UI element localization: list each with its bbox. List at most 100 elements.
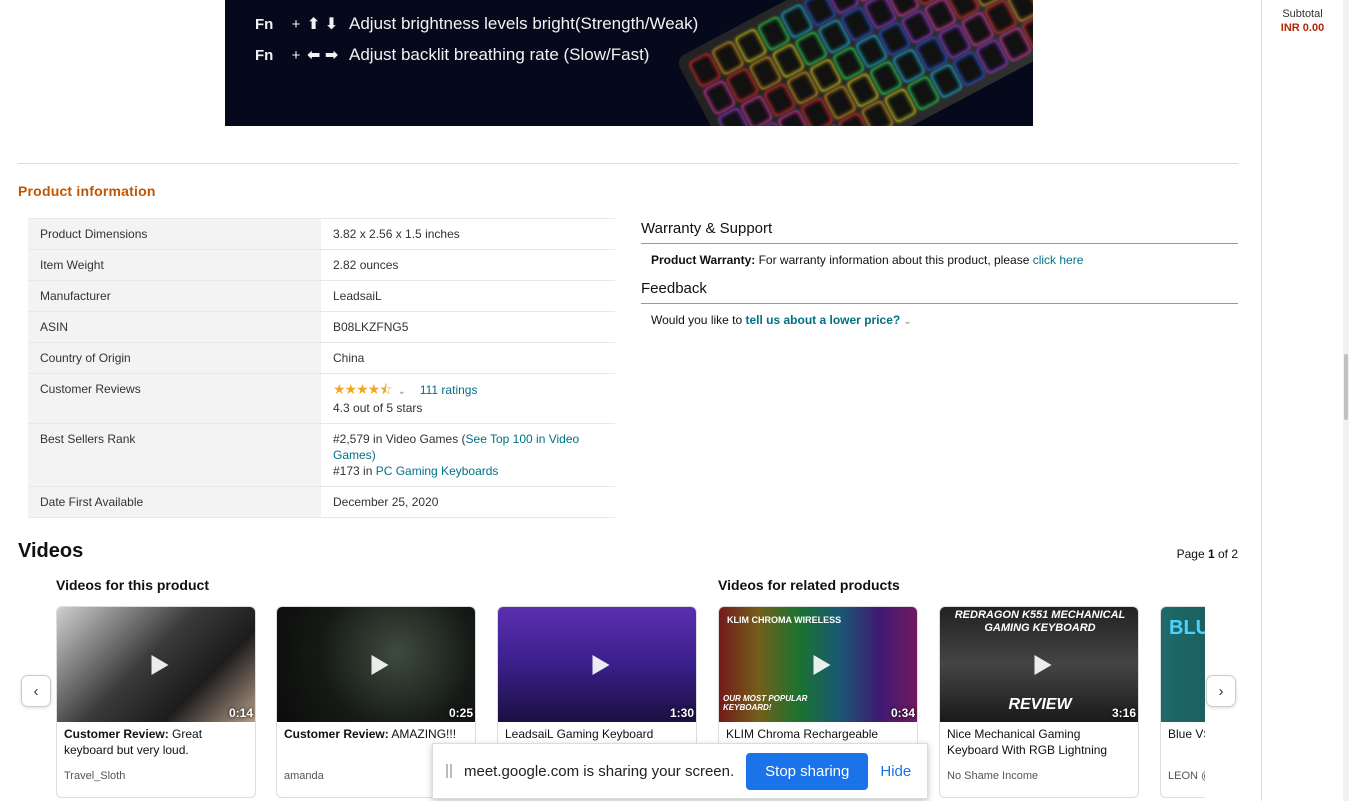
chevron-right-icon: › [1218, 682, 1224, 700]
video-author: LEON @ [1168, 770, 1205, 782]
row-value: #2,579 in Video Games (See Top 100 in Vi… [321, 423, 615, 487]
product-details-table: Product Dimensions 3.82 x 2.56 x 1.5 inch… [28, 218, 615, 518]
row-label: Best Sellers Rank [28, 423, 321, 487]
videos-heading: Videos [18, 540, 84, 562]
product-info-heading: Product information [18, 183, 156, 199]
thumbnail-caption: REVIEW [1008, 696, 1072, 713]
row-label: Date First Available [28, 486, 321, 518]
row-value: ★★★★⯪ ⌄ 111 ratings 4.3 out of 5 stars [321, 373, 615, 424]
table-row: Product Dimensions 3.82 x 2.56 x 1.5 inch… [28, 218, 615, 250]
lower-price-link[interactable]: tell us about a lower price? [746, 313, 901, 327]
carousel-next-button[interactable]: › [1206, 675, 1236, 707]
play-icon[interactable] [592, 654, 610, 675]
video-thumbnail[interactable]: REDRAGON K551 MECHANICAL GAMING KEYBOARD… [940, 607, 1138, 722]
row-label: Manufacturer [28, 280, 321, 312]
table-row: Customer Reviews ★★★★⯪ ⌄ 111 ratings 4.3 o… [28, 373, 615, 424]
cart-subtotal-panel: Subtotal INR 0.00 [1261, 0, 1343, 801]
screen-share-bar: meet.google.com is sharing your screen. … [432, 743, 928, 799]
hide-button[interactable]: Hide [880, 763, 911, 780]
left-right-arrow-icon: ⬅ ➡ [307, 47, 339, 64]
video-thumbnail[interactable]: 1:30 [498, 607, 696, 722]
stop-sharing-button[interactable]: Stop sharing [746, 752, 869, 790]
fn-key-label: Fn [255, 15, 274, 33]
video-duration: 0:25 [448, 706, 473, 720]
row-label: Item Weight [28, 249, 321, 281]
video-thumbnail[interactable]: KLIM CHROMA WIRELESS OUR MOST POPULAR KE… [719, 607, 917, 722]
thumbnail-caption: OUR MOST POPULAR KEYBOARD! [723, 694, 808, 712]
feedback-heading: Feedback [641, 280, 1238, 304]
scrollbar-thumb[interactable] [1344, 354, 1348, 420]
page-indicator: Page 1 of 2 [1176, 547, 1238, 561]
rating-summary: 4.3 out of 5 stars [333, 401, 423, 415]
thumbnail-caption: BLU [1169, 617, 1205, 639]
video-duration: 3:16 [1111, 706, 1136, 720]
subtotal-label: Subtotal [1282, 8, 1323, 20]
videos-related-heading: Videos for related products [718, 577, 900, 593]
divider [18, 163, 1238, 164]
row-value: LeadsaiL [321, 280, 615, 312]
chevron-down-icon[interactable]: ⌄ [397, 386, 405, 397]
banner-row-breathing: Fn + ⬅ ➡ Adjust backlit breathing rate (… [255, 45, 650, 64]
video-duration: 0:14 [228, 706, 253, 720]
table-row: Country of Origin China [28, 342, 615, 374]
chevron-left-icon: ‹ [33, 682, 39, 700]
banner-row-brightness: Fn + ⬆ ⬇ Adjust brightness levels bright… [255, 14, 699, 33]
page-scrollbar[interactable] [1343, 0, 1349, 801]
video-duration: 1:30 [669, 706, 694, 720]
drag-handle-icon[interactable] [446, 764, 452, 778]
video-author: No Shame Income [947, 770, 1039, 782]
row-value: B08LKZFNG5 [321, 311, 615, 343]
row-value: China [321, 342, 615, 374]
subtotal-value: INR 0.00 [1280, 22, 1325, 34]
thumbnail-caption: KLIM CHROMA WIRELESS [727, 615, 842, 625]
feedback-text: Would you like to tell us about a lower … [651, 313, 912, 327]
video-card[interactable]: BLU Blue VS Keyboa LEON @ [1160, 606, 1205, 798]
video-title[interactable]: Nice Mechanical Gaming Keyboard With RGB… [940, 722, 1138, 762]
carousel-prev-button[interactable]: ‹ [21, 675, 51, 707]
video-thumbnail[interactable]: 0:25 [277, 607, 475, 722]
row-label: Product Dimensions [28, 218, 321, 250]
table-row: Date First Available December 25, 2020 [28, 486, 615, 518]
banner-text: Adjust brightness levels bright(Strength… [349, 14, 699, 33]
warranty-text: Product Warranty: For warranty informati… [651, 253, 1084, 267]
category-link[interactable]: PC Gaming Keyboards [376, 464, 499, 478]
share-status-text: meet.google.com is sharing your screen. [464, 762, 735, 780]
video-card[interactable]: 0:14 Customer Review: Great keyboard but… [56, 606, 256, 798]
table-row: Item Weight 2.82 ounces [28, 249, 615, 281]
warranty-heading: Warranty & Support [641, 220, 1238, 244]
star-rating-icon[interactable]: ★★★★⯪ [333, 381, 392, 397]
warranty-section: Warranty & Support Product Warranty: For… [641, 220, 1238, 267]
video-thumbnail[interactable]: 0:14 [57, 607, 255, 722]
row-label: Customer Reviews [28, 373, 321, 424]
chevron-down-icon[interactable]: ⌄ [903, 316, 911, 327]
video-duration: 0:34 [890, 706, 915, 720]
play-icon[interactable] [1034, 654, 1052, 675]
product-banner-image: Fn + ⬆ ⬇ Adjust brightness levels bright… [225, 0, 1033, 126]
warranty-link[interactable]: click here [1033, 253, 1084, 267]
row-value: 3.82 x 2.56 x 1.5 inches [321, 218, 615, 250]
table-row: Manufacturer LeadsaiL [28, 280, 615, 312]
ratings-link[interactable]: 111 ratings [420, 383, 478, 397]
table-row: ASIN B08LKZFNG5 [28, 311, 615, 343]
video-thumbnail[interactable]: BLU [1161, 607, 1205, 722]
video-author: Travel_Sloth [64, 770, 126, 782]
row-value: 2.82 ounces [321, 249, 615, 281]
video-author: amanda [284, 770, 324, 782]
row-label: ASIN [28, 311, 321, 343]
play-icon[interactable] [813, 654, 831, 675]
feedback-section: Feedback Would you like to tell us about… [641, 280, 1238, 327]
video-title[interactable]: Customer Review: Great keyboard but very… [57, 722, 255, 762]
thumbnail-caption: REDRAGON K551 MECHANICAL GAMING KEYBOARD [954, 609, 1126, 634]
videos-this-product-heading: Videos for this product [56, 577, 209, 593]
row-value: December 25, 2020 [321, 486, 615, 518]
play-icon[interactable] [151, 654, 169, 675]
fn-key-label: Fn [255, 46, 274, 64]
video-card[interactable]: REDRAGON K551 MECHANICAL GAMING KEYBOARD… [939, 606, 1139, 798]
keyboard-image [675, 0, 1033, 126]
banner-text: Adjust backlit breathing rate (Slow/Fast… [349, 45, 650, 64]
row-label: Country of Origin [28, 342, 321, 374]
up-down-arrow-icon: ⬆ ⬇ [307, 16, 339, 33]
video-title[interactable]: Blue VS Keyboa [1161, 722, 1205, 762]
play-icon[interactable] [371, 654, 389, 675]
table-row: Best Sellers Rank #2,579 in Video Games … [28, 423, 615, 487]
